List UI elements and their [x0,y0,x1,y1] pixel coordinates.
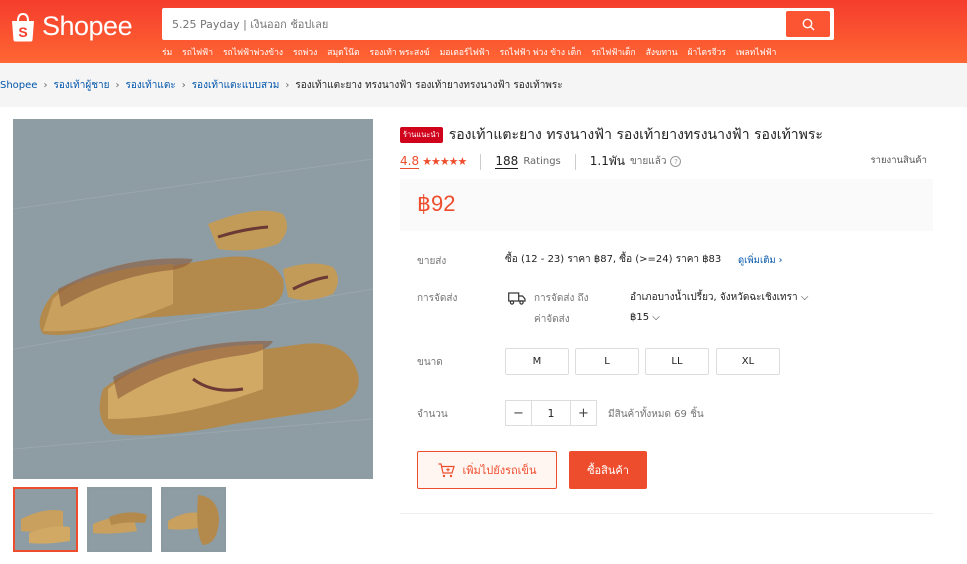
chevron-right-icon: › [181,80,186,91]
quantity-input[interactable]: 1 [531,401,571,425]
shopee-logo[interactable]: S Shopee [10,11,133,42]
thumbnail[interactable] [13,487,78,552]
quantity-stepper: − 1 + [505,400,597,426]
quick-link[interactable]: มอเตอร์ไฟฟ้า [440,45,490,59]
rating-score[interactable]: 4.8 [400,154,420,169]
product-image[interactable] [13,119,373,479]
product-price: ฿92 [417,191,456,216]
shipping-label: การจัดส่ง [417,293,458,304]
add-to-cart-button[interactable]: เพิ่มไปยังรถเข็น [417,451,557,489]
chevron-right-icon: › [285,80,290,91]
breadcrumb-category[interactable]: รองเท้าแตะแบบสวม [192,78,280,93]
buy-now-button[interactable]: ซื้อสินค้า [569,451,647,489]
divider [574,153,576,170]
sold-label: ขายแล้ว [629,156,667,167]
more-label: ดูเพิ่มเติม [738,255,776,266]
thumbnail[interactable] [161,487,226,552]
rating-row: 4.8 ★★★★★ 188 Ratings 1.1พัน ขายแล้ว ? [400,152,682,171]
chevron-right-icon: › [115,80,120,91]
product-title: รองเท้าแตะยาง ทรงนางฟ้า รองเท้ายางทรงนาง… [448,127,823,143]
recommended-badge: ร้านแนะนำ [400,127,443,143]
size-option-xl[interactable]: XL [716,348,780,375]
breadcrumb-category[interactable]: รองเท้าผู้ชาย [53,78,109,93]
chevron-right-icon: › [778,255,783,266]
wholesale-label: ขายส่ง [417,256,447,267]
quick-link[interactable]: สมุดโน๊ต [327,45,359,59]
quick-link[interactable]: รถพ่วง [293,45,317,59]
quick-link[interactable]: เพลทไฟฟ้า [736,45,776,59]
shipping-fee-label: ค่าจัดส่ง [534,314,570,325]
shopping-bag-icon: S [10,12,36,42]
decrease-button[interactable]: − [506,401,531,425]
shipping-fee-value: ฿15 [630,312,650,323]
stock-text: มีสินค้าทั้งหมด 69 ชิ้น [608,409,704,420]
report-product-link[interactable]: รายงานสินค้า [871,153,927,168]
header: S Shopee ร่ม รถไฟฟ้า รถไฟฟ้าพ่วงข้าง รถพ… [0,0,967,63]
quick-link[interactable]: รองเท้า พระสงฆ์ [370,45,430,59]
quick-link[interactable]: รถไฟฟ้า พ่วง ข้าง เด็ก [500,45,582,59]
search-bar [162,8,834,40]
star-rating-icon: ★★★★★ [422,155,467,168]
sold-count: 1.1พัน [589,154,625,168]
svg-text:S: S [18,24,27,40]
cart-plus-icon [438,462,455,477]
brand-name: Shopee [42,11,133,41]
divider [400,513,933,514]
ratings-count[interactable]: 188 [495,154,519,169]
product-title-row: ร้านแนะนำ รองเท้าแตะยาง ทรงนางฟ้า รองเท้… [400,124,823,146]
help-icon[interactable]: ? [670,156,682,167]
wholesale-value: ซื้อ (12 - 23) ราคา ฿87, ซื้อ (>=24) ราค… [505,254,722,265]
thumbnail-strip [13,487,226,552]
chevron-down-icon: ⌵ [652,312,660,323]
ship-to-label: การจัดส่ง ถึง [534,293,589,304]
wholesale-more-link[interactable]: ดูเพิ่มเติม › [738,253,782,268]
quick-link[interactable]: ร่ม [162,45,172,59]
quantity-label: จำนวน [417,409,448,420]
quick-link[interactable]: รถไฟฟ้า [182,45,213,59]
ship-to-value: อำเภอบางน้ำเปรี้ยว, จังหวัดฉะเชิงเทรา [630,292,798,303]
ship-to-selector[interactable]: อำเภอบางน้ำเปรี้ยว, จังหวัดฉะเชิงเทรา ⌵ [630,290,808,305]
ratings-label: Ratings [523,156,561,167]
shipping-fee-selector[interactable]: ฿15 ⌵ [630,312,660,323]
chevron-down-icon: ⌵ [800,292,809,303]
price-box: ฿92 [400,179,933,231]
size-option-m[interactable]: M [505,348,569,375]
product-card: ร้านแนะนำ รองเท้าแตะยาง ทรงนางฟ้า รองเท้… [0,107,967,564]
breadcrumb-category[interactable]: รองเท้าแตะ [125,78,175,93]
search-icon [802,18,814,30]
search-input[interactable] [162,8,782,40]
truck-icon [508,290,526,309]
add-to-cart-label: เพิ่มไปยังรถเข็น [462,464,537,477]
size-label: ขนาด [417,357,443,368]
quick-link[interactable]: รถไฟฟ้าเด็ก [591,45,635,59]
size-option-l[interactable]: L [575,348,639,375]
quick-link[interactable]: สังฆทาน [646,45,678,59]
search-button[interactable] [786,11,830,37]
breadcrumb-current: รองเท้าแตะยาง ทรงนางฟ้า รองเท้ายางทรงนาง… [295,80,563,91]
breadcrumb: Shopee › รองเท้าผู้ชาย › รองเท้าแตะ › รอ… [0,78,563,93]
divider [480,153,482,170]
size-option-ll[interactable]: LL [645,348,709,375]
thumbnail[interactable] [87,487,152,552]
quick-link[interactable]: รถไฟฟ้าพ่วงข้าง [223,45,283,59]
breadcrumb-home[interactable]: Shopee [0,80,37,91]
quick-link[interactable]: ผ้าไตรจีวร [688,45,726,59]
chevron-right-icon: › [43,80,48,91]
quick-links: ร่ม รถไฟฟ้า รถไฟฟ้าพ่วงข้าง รถพ่วง สมุดโ… [162,45,776,59]
increase-button[interactable]: + [571,401,596,425]
